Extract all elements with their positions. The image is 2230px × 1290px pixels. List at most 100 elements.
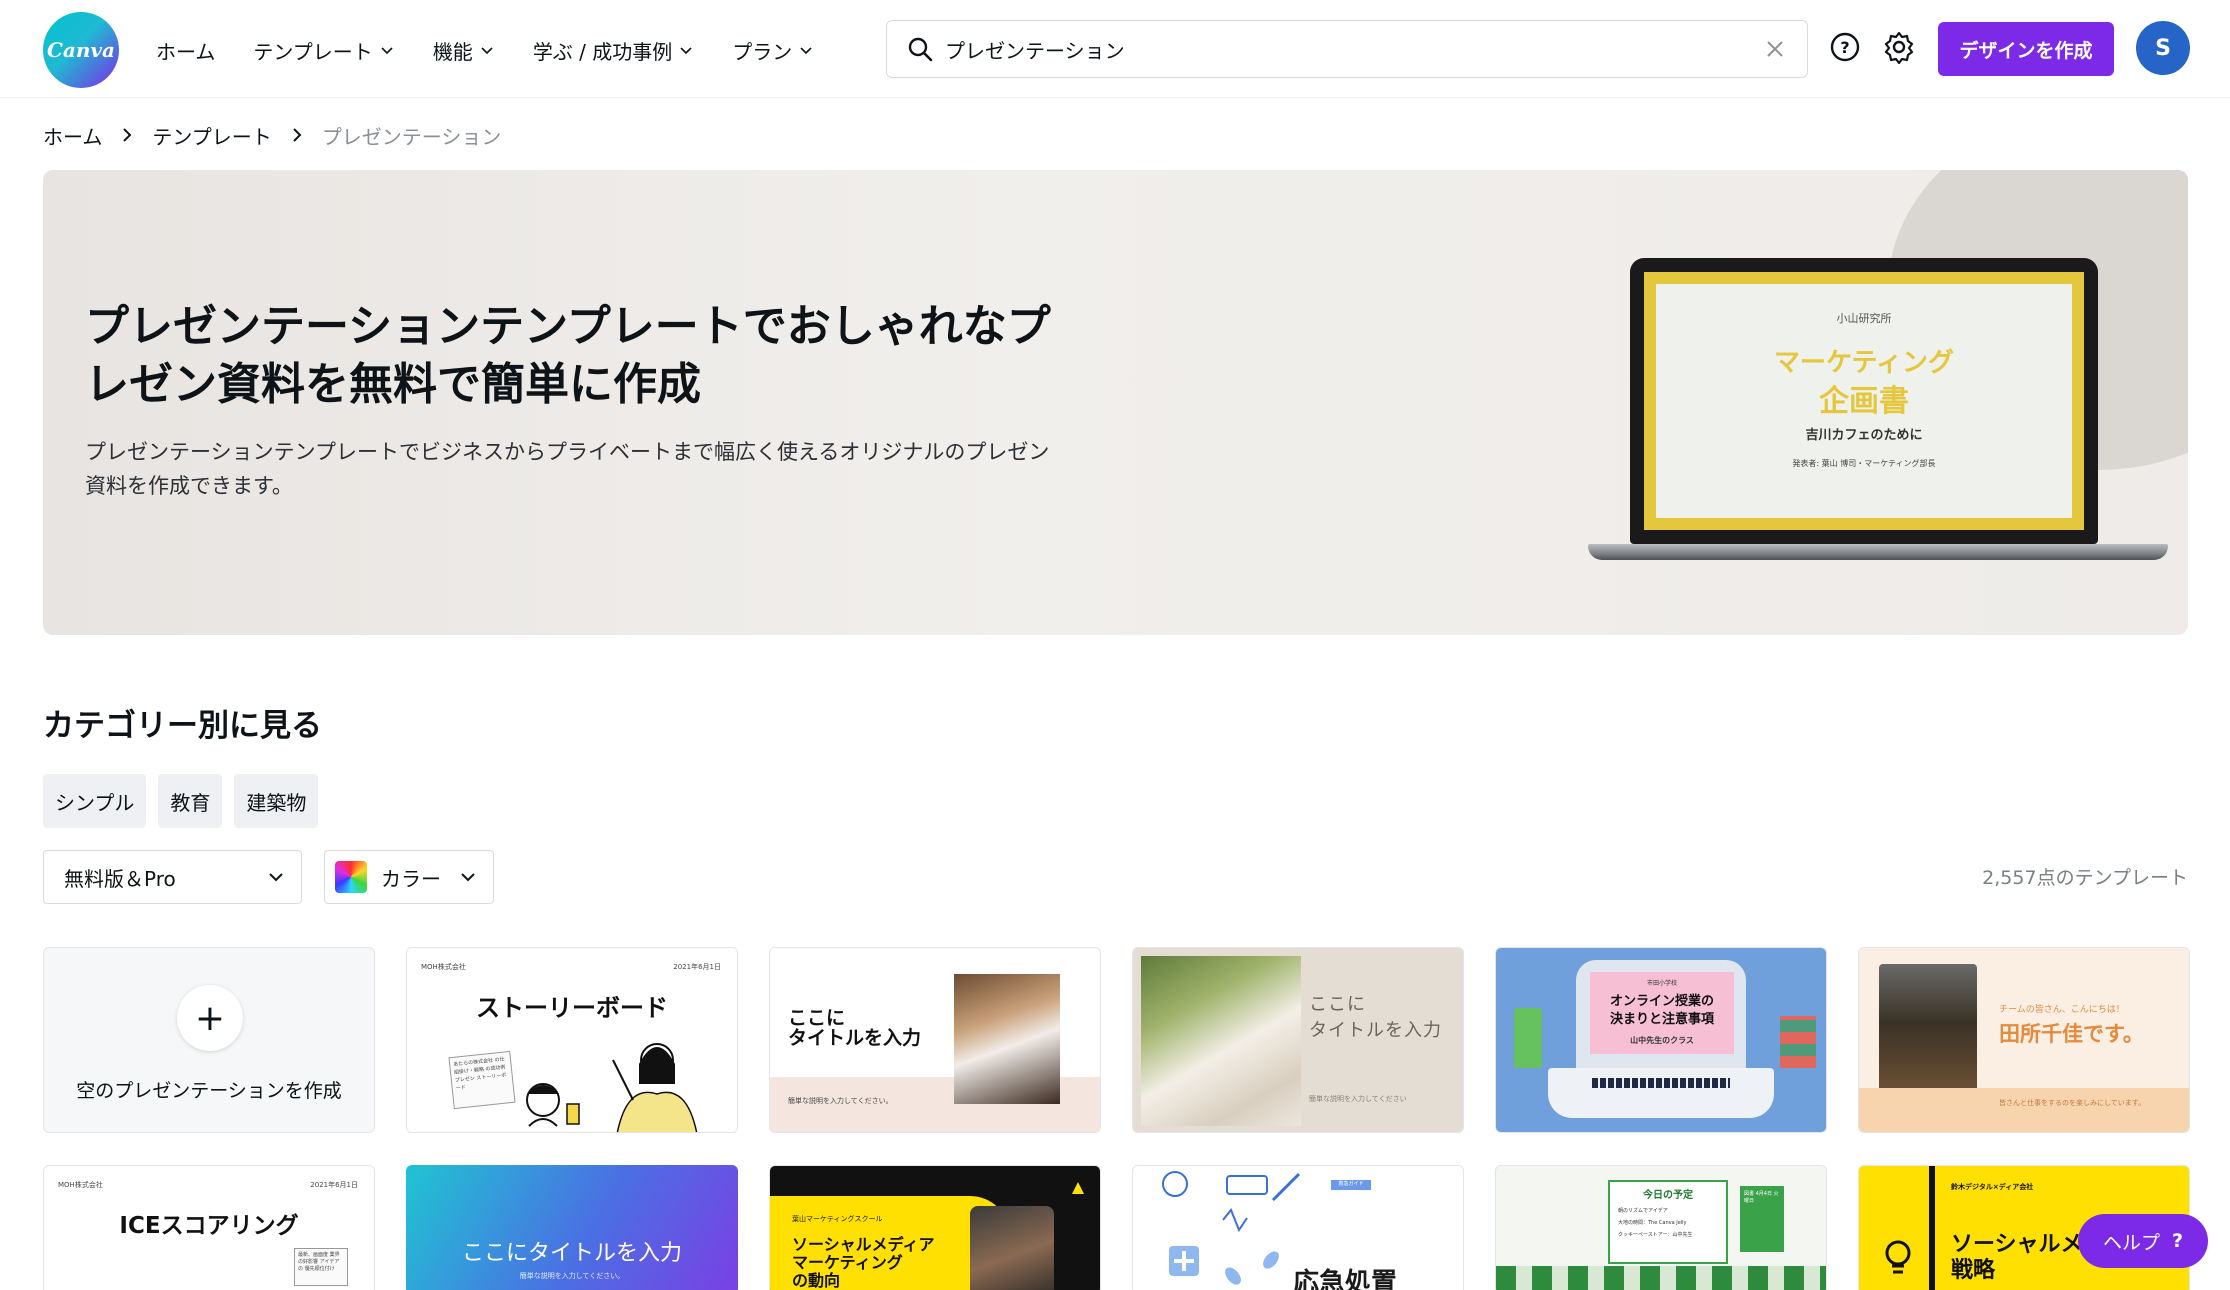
lightbulb-icon [1885, 1240, 1911, 1274]
nav-label: プラン [732, 39, 793, 64]
slide-title: 企画書 [1819, 384, 1909, 419]
breadcrumb-current: プレゼンテーション [321, 124, 502, 149]
close-icon[interactable] [1763, 37, 1787, 61]
color-filter[interactable]: カラー [324, 850, 494, 904]
schedule-item: クッキーペーストアー：山中先生 [1618, 1232, 1693, 1238]
pencil-cup [1514, 1008, 1542, 1068]
help-button[interactable]: ヘルプ ? [2078, 1214, 2208, 1268]
card-description: 簡単な説明を入力してください [1309, 1095, 1407, 1103]
search-icon [908, 37, 933, 62]
template-card[interactable]: 救急ガイド 応急処置 [1132, 1165, 1464, 1290]
card-title: ICEスコアリング [119, 1213, 299, 1239]
card-title: オンライン授業の 決まりと注意事項 [1609, 994, 1714, 1027]
color-swatch-icon [335, 861, 367, 893]
card-date: 2021年6月1日 [673, 963, 721, 971]
chevron-down-icon [481, 47, 493, 55]
card-company: MOH株式会社 [58, 1181, 103, 1189]
laptop-illustration: 小山研究所 マーケティング 企画書 吉川カフェのために 発表者: 葉山 博司・マ… [1588, 258, 2168, 560]
card-title: 応急処置 [1293, 1268, 1398, 1290]
template-card[interactable]: MOH株式会社 2021年6月1日 ストーリーボード あたらの株式会社 の仕組掛… [406, 947, 738, 1133]
template-card[interactable]: ここにタイトルを入力 簡単な説明を入力してください。 [406, 1165, 738, 1290]
card-sticky-note: 最新、画面度 業界の好影響 アイデアの 優先順位付け [294, 1248, 348, 1286]
create-design-button[interactable]: デザインを作成 [1938, 22, 2114, 76]
nav-plans[interactable]: プラン [732, 36, 814, 65]
slide-org: 小山研究所 [1836, 312, 1892, 325]
phone-photo [970, 1206, 1054, 1290]
help-button-label: ヘルプ [2102, 1231, 2160, 1254]
nav-templates[interactable]: テンプレート [253, 36, 394, 65]
search-bar [886, 20, 1808, 78]
template-card[interactable]: 市田小学校 オンライン授業の 決まりと注意事項 山中先生のクラス [1495, 947, 1827, 1133]
schedule-board: 今日の予定 朝のリズムでアイデア 大地の時間：The Canva Jelly ク… [1608, 1180, 1728, 1264]
chip-education[interactable]: 教育 [158, 774, 223, 828]
preview-slide: 小山研究所 マーケティング 企画書 吉川カフェのために 発表者: 葉山 博司・マ… [1656, 284, 2072, 518]
question-icon: ? [2171, 1230, 2184, 1252]
template-card[interactable]: ここに タイトルを入力 簡単な説明を入力してください [1132, 947, 1464, 1133]
chevron-down-icon [680, 47, 692, 55]
chevron-down-icon [269, 873, 283, 882]
card-title: 田所千佳です。 [1999, 1022, 2144, 1046]
chevron-right-icon [293, 128, 302, 142]
nav-label: ホーム [156, 39, 216, 64]
nav-home[interactable]: ホーム [156, 36, 215, 65]
category-heading: カテゴリー別に見る [43, 708, 322, 744]
template-card[interactable]: MOH株式会社 2021年6月1日 ICEスコアリング 最新、画面度 業界の好影… [43, 1165, 375, 1290]
card-title: ストーリーボード [476, 994, 668, 1022]
card-description: 簡単な説明を入力してください。 [788, 1097, 893, 1105]
create-blank-label: 空のプレゼンテーションを作成 [76, 1080, 342, 1102]
card-title: ソーシャルメ 戦略 [1951, 1232, 2083, 1283]
breadcrumb-templates[interactable]: テンプレート [152, 121, 271, 150]
avatar[interactable]: S [2136, 21, 2190, 75]
create-blank-card[interactable]: + 空のプレゼンテーションを作成 [43, 947, 375, 1133]
template-card[interactable]: ここに タイトルを入力 簡単な説明を入力してください。 [769, 947, 1101, 1133]
page-title: プレゼンテーションテンプレートでおしゃれなプレゼン資料を無料で簡単に作成 [85, 301, 1051, 410]
schedule-item: 大地の時間：The Canva Jelly [1618, 1220, 1687, 1226]
chevron-down-icon [381, 47, 393, 55]
card-title: ここに タイトルを入力 [788, 1007, 922, 1049]
nav-learn[interactable]: 学ぶ / 成功事例 [533, 36, 694, 65]
nav-features[interactable]: 機能 [433, 36, 495, 65]
plus-icon: + [177, 985, 243, 1051]
template-card[interactable]: 今日の予定 朝のリズムでアイデア 大地の時間：The Canva Jelly ク… [1495, 1165, 1827, 1290]
nav-label: 学ぶ / 成功事例 [532, 39, 673, 64]
license-filter[interactable]: 無料版＆Pro [43, 850, 302, 904]
card-school: 市田小学校 [1646, 980, 1677, 987]
template-card[interactable]: チームの皆さん、こんにちは！ 田所千佳です。 皆さんと仕事をするのを楽しみにして… [1858, 947, 2190, 1133]
logo-text: Canva [47, 38, 115, 62]
card-sticky-note: あたらの株式会社 の仕組掛け・戦略 の成功例プレゼン ストーリーボード [448, 1050, 516, 1110]
card-org: 鈴木デジタル×ディア会社 [1951, 1183, 2034, 1191]
card-title: 今日の予定 [1643, 1190, 1693, 1201]
card-badge: 救急ガイド [1331, 1180, 1371, 1190]
breadcrumb: ホーム テンプレート プレゼンテーション [43, 120, 501, 150]
question-circle-icon[interactable]: ? [1828, 30, 1862, 64]
slide-subtitle: 吉川カフェのために [1805, 428, 1923, 443]
main-nav: ホーム テンプレート 機能 学ぶ / 成功事例 プラン [156, 30, 852, 70]
logo-icon [1072, 1182, 1084, 1194]
card-label: 図書 4月4日 火曜日 [1740, 1186, 1784, 1252]
canva-logo[interactable]: Canva [43, 12, 119, 88]
card-divider [1929, 1166, 1935, 1290]
chevron-right-icon [123, 128, 132, 142]
chip-simple[interactable]: シンプル [43, 774, 147, 828]
card-greeting: チームの皆さん、こんにちは！ [1999, 1005, 2125, 1015]
card-org: 葉山マーケティングスクール [792, 1215, 883, 1223]
category-chips: シンプル 教育 建築物 [43, 774, 330, 828]
svg-text:?: ? [1840, 38, 1849, 57]
card-title: ここにタイトルを入力 [461, 1241, 682, 1266]
gear-icon[interactable] [1882, 30, 1916, 64]
breadcrumb-home[interactable]: ホーム [43, 121, 102, 150]
card-teacher: 山中先生のクラス [1630, 1036, 1694, 1045]
slide-presenter: 発表者: 葉山 博司・マーケティング部長 [1792, 459, 1936, 468]
people-illustration [526, 1043, 698, 1132]
card-company: MOH株式会社 [421, 963, 466, 971]
template-count: 2,557点のテンプレート [1982, 867, 2188, 889]
card-footer-band [1859, 1088, 2189, 1132]
color-filter-label: カラー [381, 866, 441, 891]
card-description: 皆さんと仕事をするのを楽しみにしています。 [1999, 1099, 2146, 1107]
chevron-down-icon [461, 873, 475, 882]
card-title: ここに タイトルを入力 [1309, 994, 1442, 1041]
chip-architecture[interactable]: 建築物 [234, 774, 319, 828]
template-card[interactable]: 葉山マーケティングスクール ソーシャルメディア マーケティング の動向 [769, 1165, 1101, 1290]
search-input[interactable] [945, 37, 1725, 61]
page-description: プレゼンテーションテンプレートでビジネスからプライベートまで幅広く使えるオリジナ… [85, 440, 1050, 498]
